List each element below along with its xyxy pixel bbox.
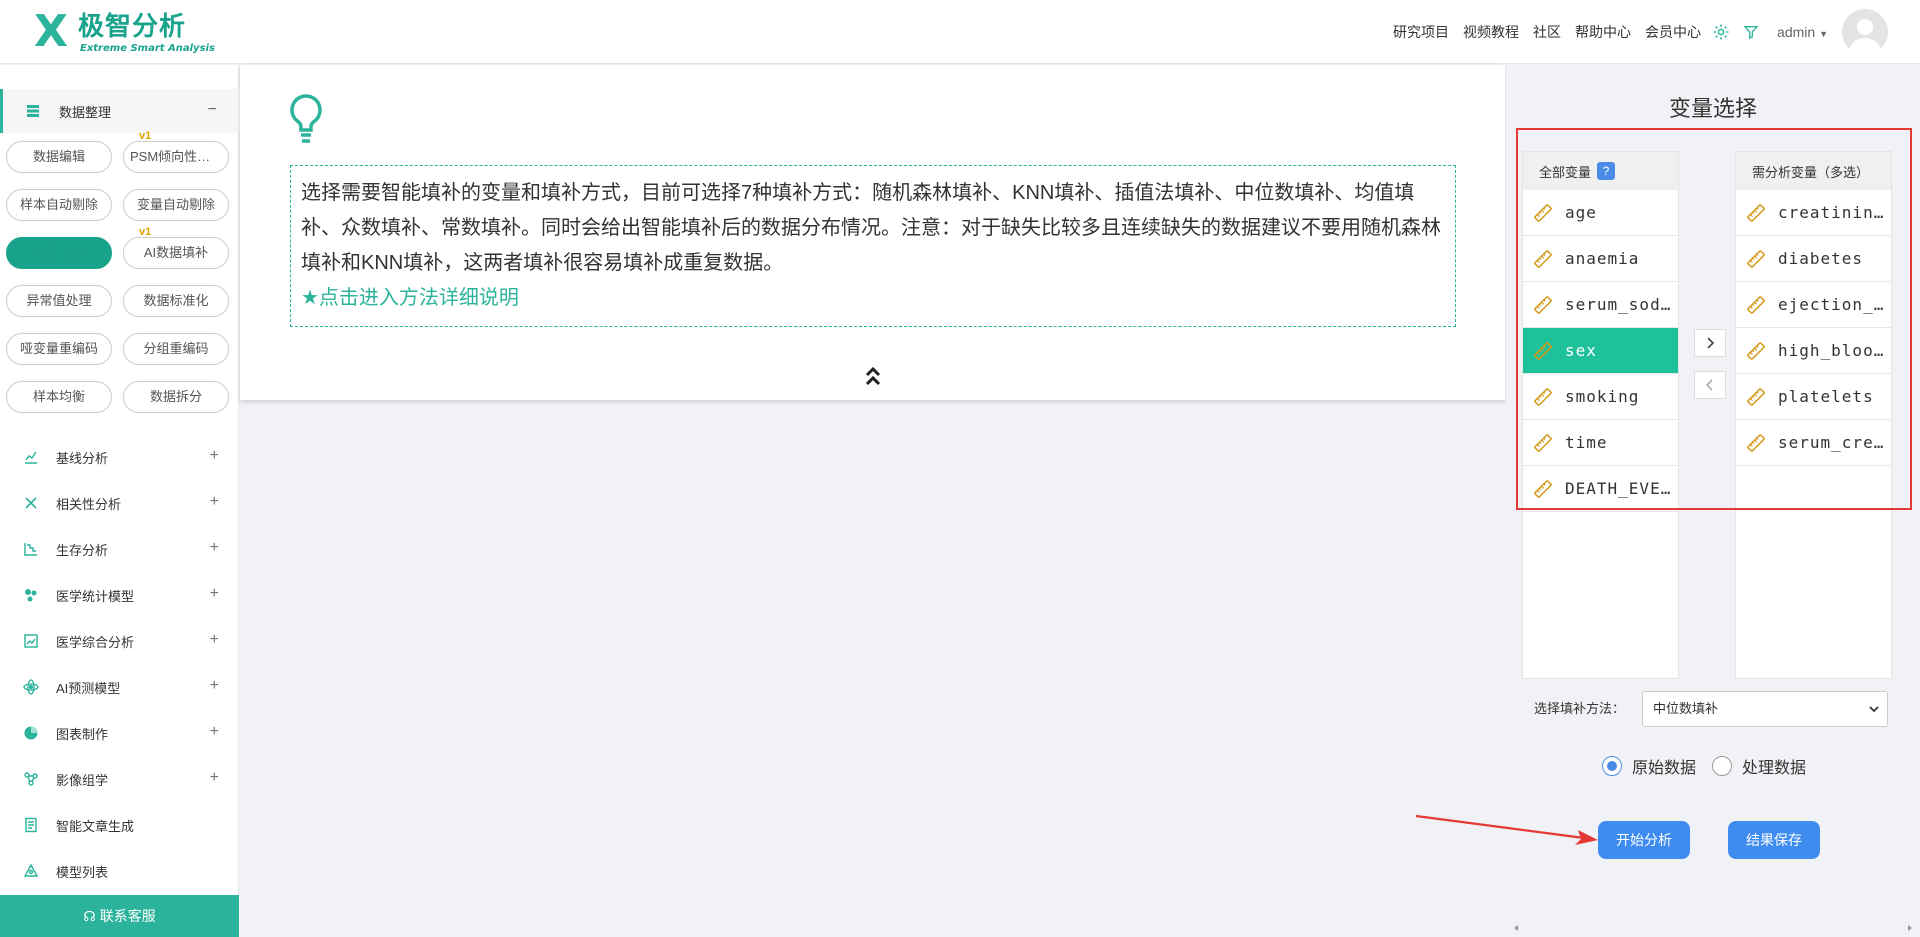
menu-article-generation[interactable]: 智能文章生成 — [0, 803, 239, 847]
tool-sample-auto-remove[interactable]: 样本自动剔除 — [6, 189, 112, 221]
nav-member-center[interactable]: 会员中心 — [1645, 22, 1701, 42]
radio-original-label: 原始数据 — [1632, 760, 1697, 777]
expand-toggle[interactable]: + — [210, 447, 219, 465]
menu-label: 生存分析 — [56, 542, 109, 558]
section-data-cleaning[interactable]: 数据整理 − — [0, 89, 239, 133]
expand-toggle[interactable]: + — [210, 539, 219, 557]
red-annotation-arrow — [1415, 814, 1598, 845]
tool-standardize[interactable]: 数据标准化 — [123, 285, 229, 317]
menu-label: 智能文章生成 — [56, 818, 135, 834]
expand-toggle[interactable]: + — [210, 585, 219, 603]
top-nav: 研究项目 视频教程 社区 帮助中心 会员中心 admin ▼ — [1379, 0, 1888, 64]
version-badge: v1 — [139, 130, 152, 142]
settings-gear-icon[interactable] — [1711, 22, 1731, 42]
sidebar: 数据整理 − 数据编辑 PSM倾向性评分 v1 样本自动剔除 变量自动剔除 智能… — [0, 65, 239, 937]
tool-variable-auto-remove[interactable]: 变量自动剔除 — [123, 189, 229, 221]
nav-research-projects[interactable]: 研究项目 — [1393, 22, 1449, 42]
table-icon — [27, 105, 39, 117]
description-text: 选择需要智能填补的变量和填补方式，目前可选择7种填补方式：随机森林填补、KNN填… — [301, 182, 1441, 274]
contact-service-button[interactable]: ☊ 联系客服 — [0, 895, 239, 937]
menu-label: 图表制作 — [56, 726, 109, 742]
model-list-icon — [22, 862, 40, 880]
impute-method-label: 选择填补方法： — [1534, 701, 1626, 716]
contact-label: 联系客服 — [99, 908, 156, 924]
menu-label: 模型列表 — [56, 864, 109, 880]
menu-medical-comprehensive[interactable]: 医学综合分析 + — [0, 619, 239, 663]
nav-help-center[interactable]: 帮助中心 — [1575, 22, 1631, 42]
logo-subtitle: Extreme Smart Analysis — [80, 43, 215, 54]
impute-method-select[interactable]: 中位数填补 — [1642, 691, 1888, 727]
tool-ai-impute[interactable]: AI数据填补 — [123, 237, 229, 269]
caret-down-icon: ▼ — [1819, 29, 1828, 39]
radio-processed-data[interactable] — [1712, 756, 1733, 776]
chevron-down-icon — [1869, 706, 1879, 713]
menu-medical-stat-models[interactable]: 医学统计模型 + — [0, 573, 239, 617]
survival-curve-icon — [22, 540, 40, 558]
ai-atom-icon — [22, 678, 40, 696]
stat-model-icon — [22, 586, 40, 604]
expand-toggle[interactable]: + — [210, 769, 219, 787]
method-description: 选择需要智能填补的变量和填补方式，目前可选择7种填补方式：随机森林填补、KNN填… — [290, 165, 1456, 327]
tool-smart-impute[interactable]: 智能填补 — [6, 237, 112, 269]
method-detail-link[interactable]: ★点击进入方法详细说明 — [301, 287, 519, 309]
nav-video-tutorials[interactable]: 视频教程 — [1463, 22, 1519, 42]
select-value: 中位数填补 — [1653, 701, 1719, 716]
menu-ai-prediction[interactable]: AI预测模型 + — [0, 665, 239, 709]
lightbulb-icon — [290, 94, 322, 143]
logo-name: 极智分析 — [78, 12, 187, 42]
comprehensive-icon — [22, 632, 40, 650]
menu-survival-analysis[interactable]: 生存分析 + — [0, 527, 239, 571]
method-intro-card: 选择需要智能填补的变量和填补方式，目前可选择7种填补方式：随机森林填补、KNN填… — [240, 65, 1505, 400]
headset-icon: ☊ — [83, 907, 96, 924]
tool-psm[interactable]: PSM倾向性评分 — [123, 141, 229, 173]
menu-correlation-analysis[interactable]: 相关性分析 + — [0, 481, 239, 525]
radio-original-data[interactable] — [1602, 756, 1622, 776]
expand-toggle[interactable]: + — [210, 723, 219, 741]
correlation-icon — [22, 494, 40, 512]
logo-x-mark: X — [34, 6, 68, 57]
horizontal-scrollbar[interactable] — [1506, 920, 1920, 937]
variable-selection-panel: 变量选择 全部变量 ? ageanaemiaserum_sodiumsexsmo… — [1506, 65, 1920, 937]
menu-label: AI预测模型 — [56, 680, 121, 696]
panel-title: 变量选择 — [1668, 96, 1757, 121]
username: admin — [1777, 24, 1816, 40]
menu-label: 医学统计模型 — [56, 588, 135, 604]
menu-radiomics[interactable]: 影像组学 + — [0, 757, 239, 801]
menu-label: 影像组学 — [56, 772, 109, 788]
tool-data-split[interactable]: 数据拆分 — [123, 381, 229, 413]
top-bar: X 极智分析 Extreme Smart Analysis 研究项目 视频教程 … — [0, 0, 1920, 64]
menu-label: 医学综合分析 — [56, 634, 135, 650]
tool-data-edit[interactable]: 数据编辑 — [6, 141, 112, 173]
menu-label: 基线分析 — [56, 450, 109, 466]
filter-icon[interactable] — [1741, 22, 1761, 42]
start-analysis-button[interactable]: 开始分析 — [1598, 821, 1690, 859]
collapse-toggle[interactable]: − — [208, 101, 217, 119]
tool-group-recode[interactable]: 分组重编码 — [123, 333, 229, 365]
menu-model-list[interactable]: 模型列表 — [0, 849, 239, 893]
expand-toggle[interactable]: + — [210, 677, 219, 695]
menu-label: 相关性分析 — [56, 496, 122, 512]
logo[interactable]: X 极智分析 Extreme Smart Analysis — [34, 6, 215, 57]
baseline-chart-icon — [22, 448, 40, 466]
highlight-box — [1516, 128, 1912, 510]
expand-toggle[interactable]: + — [210, 631, 219, 649]
menu-baseline-analysis[interactable]: 基线分析 + — [0, 435, 239, 479]
data-source-radio-group: 原始数据 处理数据 — [1602, 754, 1806, 778]
radio-processed-label: 处理数据 — [1742, 760, 1807, 777]
tool-sample-balance[interactable]: 样本均衡 — [6, 381, 112, 413]
save-results-button[interactable]: 结果保存 — [1728, 821, 1820, 859]
collapse-up-icon[interactable] — [863, 365, 883, 387]
avatar[interactable] — [1842, 9, 1888, 55]
document-icon — [22, 816, 40, 834]
tool-dummy-encode[interactable]: 哑变量重编码 — [6, 333, 112, 365]
nav-community[interactable]: 社区 — [1533, 22, 1561, 42]
menu-chart-making[interactable]: 图表制作 + — [0, 711, 239, 755]
tool-outlier[interactable]: 异常值处理 — [6, 285, 112, 317]
radiomics-icon — [22, 770, 40, 788]
version-badge: v1 — [139, 226, 152, 238]
user-menu[interactable]: admin ▼ — [1777, 24, 1828, 40]
section-title: 数据整理 — [59, 104, 112, 120]
pie-chart-icon — [22, 724, 40, 742]
expand-toggle[interactable]: + — [210, 493, 219, 511]
